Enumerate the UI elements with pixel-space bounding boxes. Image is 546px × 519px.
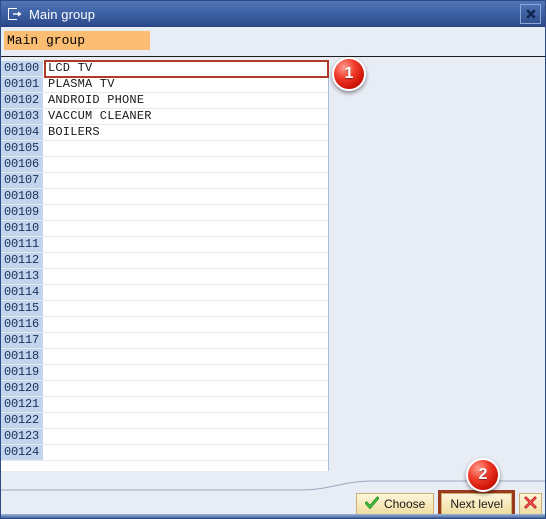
row-value[interactable]: [44, 413, 328, 428]
row-value[interactable]: [44, 157, 328, 172]
row-number: 00107: [1, 173, 44, 188]
row-number: 00105: [1, 141, 44, 156]
row-number: 00123: [1, 429, 44, 444]
row-number: 00101: [1, 77, 44, 92]
table-row[interactable]: 00112: [1, 253, 328, 269]
choose-button[interactable]: Choose: [355, 493, 435, 515]
row-value[interactable]: [44, 349, 328, 364]
row-number: 00112: [1, 253, 44, 268]
window-bottom-edge: [1, 514, 545, 518]
row-number: 00115: [1, 301, 44, 316]
table-row[interactable]: 00108: [1, 189, 328, 205]
group-list-rows: 00100 LCD TV 00101 PLASMA TV 00102 ANDROID PH…: [1, 61, 328, 461]
choose-button-label: Choose: [383, 497, 426, 511]
main-group-input[interactable]: [4, 31, 150, 50]
row-value[interactable]: BOILERS: [44, 125, 328, 140]
row-number: 00121: [1, 397, 44, 412]
table-row[interactable]: 00100 LCD TV: [1, 61, 328, 77]
row-value[interactable]: [44, 205, 328, 220]
row-value[interactable]: [44, 237, 328, 252]
dialog-window-icon: [8, 7, 23, 21]
row-number: 00110: [1, 221, 44, 236]
row-value[interactable]: [44, 221, 328, 236]
next-level-button-label: Next level: [450, 497, 503, 511]
title-bar: Main group: [1, 1, 545, 27]
next-level-button[interactable]: Next level: [441, 493, 512, 515]
row-value[interactable]: [44, 333, 328, 348]
table-row[interactable]: 00121: [1, 397, 328, 413]
row-value[interactable]: [44, 317, 328, 332]
annotation-badge-2: 2: [466, 458, 500, 492]
row-number: 00116: [1, 317, 44, 332]
table-row[interactable]: 00124: [1, 445, 328, 461]
row-value[interactable]: [44, 173, 328, 188]
row-number: 00118: [1, 349, 44, 364]
row-value[interactable]: [44, 381, 328, 396]
table-row[interactable]: 00109: [1, 205, 328, 221]
close-icon[interactable]: [520, 4, 541, 24]
row-number: 00104: [1, 125, 44, 140]
table-row[interactable]: 00104 BOILERS: [1, 125, 328, 141]
table-row[interactable]: 00123: [1, 429, 328, 445]
table-row[interactable]: 00111: [1, 237, 328, 253]
window-title: Main group: [29, 6, 96, 22]
row-number: 00100: [1, 61, 44, 76]
row-value[interactable]: [44, 397, 328, 412]
row-value[interactable]: [44, 429, 328, 444]
row-number: 00108: [1, 189, 44, 204]
table-row[interactable]: 00116: [1, 317, 328, 333]
row-number: 00106: [1, 157, 44, 172]
field-strip: [1, 27, 545, 57]
row-number: 00120: [1, 381, 44, 396]
row-value[interactable]: [44, 253, 328, 268]
row-number: 00113: [1, 269, 44, 284]
red-x-icon: [524, 496, 537, 512]
row-number: 00119: [1, 365, 44, 380]
row-value[interactable]: LCD TV: [44, 61, 328, 76]
green-check-icon: [364, 495, 380, 513]
row-value[interactable]: [44, 141, 328, 156]
table-row[interactable]: 00110: [1, 221, 328, 237]
row-number: 00124: [1, 445, 44, 460]
table-row[interactable]: 00113: [1, 269, 328, 285]
table-row[interactable]: 00101 PLASMA TV: [1, 77, 328, 93]
table-row[interactable]: 00119: [1, 365, 328, 381]
row-value[interactable]: [44, 365, 328, 380]
row-number: 00114: [1, 285, 44, 300]
row-value[interactable]: [44, 269, 328, 284]
group-list[interactable]: 00100 LCD TV 00101 PLASMA TV 00102 ANDROID PH…: [1, 61, 329, 471]
table-row[interactable]: 00120: [1, 381, 328, 397]
table-row[interactable]: 00103 VACCUM CLEANER: [1, 109, 328, 125]
cancel-button[interactable]: [519, 493, 542, 515]
table-row[interactable]: 00117: [1, 333, 328, 349]
row-number: 00109: [1, 205, 44, 220]
row-value[interactable]: [44, 189, 328, 204]
row-number: 00122: [1, 413, 44, 428]
title-bar-left: Main group: [8, 7, 520, 22]
row-value[interactable]: VACCUM CLEANER: [44, 109, 328, 124]
table-row[interactable]: 00102 ANDROID PHONE: [1, 93, 328, 109]
row-value[interactable]: [44, 445, 328, 460]
row-number: 00111: [1, 237, 44, 252]
row-number: 00103: [1, 109, 44, 124]
table-row[interactable]: 00106: [1, 157, 328, 173]
table-row[interactable]: 00118: [1, 349, 328, 365]
table-row[interactable]: 00105: [1, 141, 328, 157]
row-value[interactable]: [44, 301, 328, 316]
row-value[interactable]: ANDROID PHONE: [44, 93, 328, 108]
table-row[interactable]: 00122: [1, 413, 328, 429]
table-row[interactable]: 00115: [1, 301, 328, 317]
annotation-badge-1: 1: [332, 57, 366, 91]
row-value[interactable]: PLASMA TV: [44, 77, 328, 92]
table-row[interactable]: 00107: [1, 173, 328, 189]
table-row[interactable]: 00114: [1, 285, 328, 301]
row-number: 00102: [1, 93, 44, 108]
row-number: 00117: [1, 333, 44, 348]
sap-dialog-window: Main group 00100LCD TV00101PLASMA TV0010…: [0, 0, 546, 519]
row-value[interactable]: [44, 285, 328, 300]
